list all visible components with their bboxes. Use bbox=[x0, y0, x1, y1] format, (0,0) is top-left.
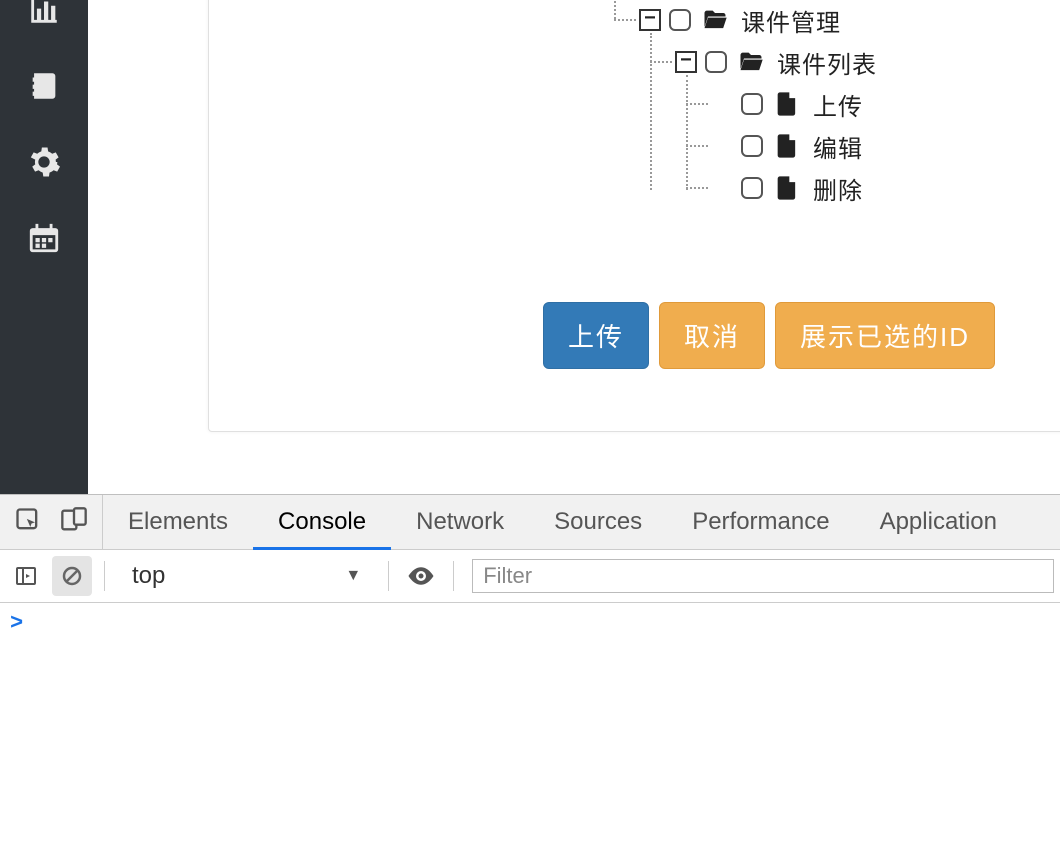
checkbox[interactable] bbox=[741, 135, 763, 157]
app-main: 版本管理 课件管理 bbox=[88, 0, 1060, 494]
tab-application[interactable]: Application bbox=[855, 495, 1022, 549]
folder-open-icon bbox=[737, 48, 765, 76]
calendar-icon[interactable] bbox=[0, 200, 88, 276]
file-icon bbox=[773, 174, 801, 202]
checkbox[interactable] bbox=[741, 177, 763, 199]
devtools-panel: Elements Console Network Sources Perform… bbox=[0, 494, 1060, 854]
app-area: 版本管理 课件管理 bbox=[0, 0, 1060, 494]
devtools-toolbar: top ▼ bbox=[0, 550, 1060, 603]
chart-icon[interactable] bbox=[0, 0, 88, 48]
tree-label: 上传 bbox=[813, 87, 863, 122]
cancel-button[interactable]: 取消 bbox=[659, 302, 765, 369]
toolbar-divider bbox=[453, 561, 454, 591]
tree-node-edit[interactable]: 编辑 bbox=[711, 125, 877, 167]
tab-sources[interactable]: Sources bbox=[529, 495, 667, 549]
context-selector[interactable]: top ▼ bbox=[117, 556, 376, 596]
tab-network[interactable]: Network bbox=[391, 495, 529, 549]
tree-node-courseware[interactable]: 课件管理 bbox=[639, 0, 877, 41]
gear-icon[interactable] bbox=[0, 124, 88, 200]
file-icon bbox=[773, 132, 801, 160]
contacts-icon[interactable] bbox=[0, 48, 88, 124]
toolbar-divider bbox=[104, 561, 105, 591]
folder-open-icon bbox=[701, 6, 729, 34]
upload-button[interactable]: 上传 bbox=[543, 302, 649, 369]
checkbox[interactable] bbox=[705, 51, 727, 73]
tree-label: 课件管理 bbox=[741, 3, 841, 38]
expand-minus-icon[interactable] bbox=[639, 9, 661, 31]
console-prompt-icon: > bbox=[10, 611, 23, 636]
clear-console-icon[interactable] bbox=[52, 556, 92, 596]
console-output[interactable]: > bbox=[0, 603, 1060, 854]
show-ids-button[interactable]: 展示已选的ID bbox=[775, 302, 995, 369]
content-card: 版本管理 课件管理 bbox=[208, 0, 1060, 432]
expander-spacer bbox=[711, 135, 733, 157]
caret-down-icon: ▼ bbox=[345, 567, 361, 585]
devtools-left-icons bbox=[0, 495, 103, 549]
tree-node-upload[interactable]: 上传 bbox=[711, 83, 877, 125]
tab-console[interactable]: Console bbox=[253, 495, 391, 549]
file-icon bbox=[773, 90, 801, 118]
sidebar bbox=[0, 0, 88, 494]
devtools-tabbar: Elements Console Network Sources Perform… bbox=[0, 495, 1060, 550]
sidebar-toggle-icon[interactable] bbox=[6, 556, 46, 596]
context-label: top bbox=[132, 562, 165, 590]
tab-performance[interactable]: Performance bbox=[667, 495, 854, 549]
permission-tree: 版本管理 课件管理 bbox=[639, 0, 877, 209]
device-toggle-icon[interactable] bbox=[60, 506, 88, 539]
tree-label: 删除 bbox=[813, 171, 863, 206]
checkbox[interactable] bbox=[669, 9, 691, 31]
expand-minus-icon[interactable] bbox=[675, 51, 697, 73]
tree-label: 编辑 bbox=[813, 129, 863, 164]
toolbar-divider bbox=[388, 561, 389, 591]
button-row: 上传 取消 展示已选的ID bbox=[543, 302, 995, 369]
tree-node-delete[interactable]: 删除 bbox=[711, 167, 877, 209]
live-expression-icon[interactable] bbox=[401, 556, 441, 596]
tab-elements[interactable]: Elements bbox=[103, 495, 253, 549]
expander-spacer bbox=[711, 93, 733, 115]
inspect-icon[interactable] bbox=[14, 506, 42, 539]
checkbox[interactable] bbox=[741, 93, 763, 115]
filter-input[interactable] bbox=[472, 559, 1054, 593]
tree-label: 课件列表 bbox=[777, 45, 877, 80]
expander-spacer bbox=[711, 177, 733, 199]
tree-node-courseware-list[interactable]: 课件列表 bbox=[675, 41, 877, 83]
